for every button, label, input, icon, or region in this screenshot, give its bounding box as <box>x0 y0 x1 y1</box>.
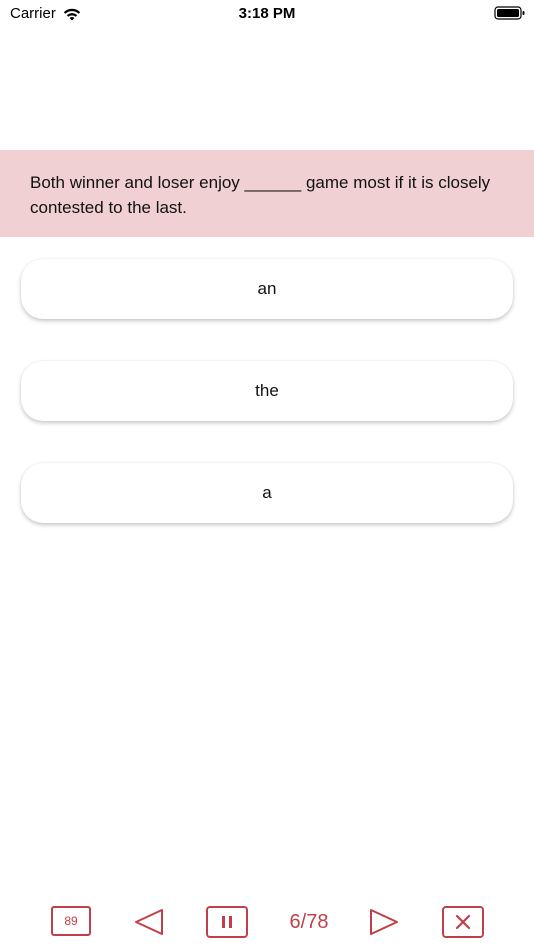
bottom-toolbar: 89 6/78 <box>0 900 534 944</box>
answer-option-a[interactable]: a <box>21 463 513 523</box>
progress-counter: 6/78 <box>289 910 329 933</box>
close-icon <box>455 914 471 930</box>
answer-option-an[interactable]: an <box>21 259 513 319</box>
status-time: 3:18 PM <box>238 5 296 22</box>
question-banner: Both winner and loser enjoy ______ game … <box>0 150 534 237</box>
question-text: Both winner and loser enjoy ______ game … <box>30 173 491 217</box>
answer-option-the[interactable]: the <box>21 361 513 421</box>
answer-option-label: the <box>255 381 279 400</box>
answer-option-label: an <box>257 279 277 298</box>
triangle-left-icon <box>135 909 163 935</box>
question-count-label: 89 <box>64 914 78 928</box>
battery-icon <box>494 6 525 20</box>
answer-option-label: a <box>262 483 272 502</box>
pause-button[interactable] <box>206 906 248 938</box>
previous-button[interactable] <box>131 906 167 938</box>
status-bar: Carrier 3:18 PM <box>0 0 534 28</box>
pause-icon <box>222 916 232 928</box>
triangle-right-icon <box>370 909 398 935</box>
next-button[interactable] <box>366 906 402 938</box>
close-button[interactable] <box>442 906 484 938</box>
question-count-button[interactable]: 89 <box>51 906 91 936</box>
